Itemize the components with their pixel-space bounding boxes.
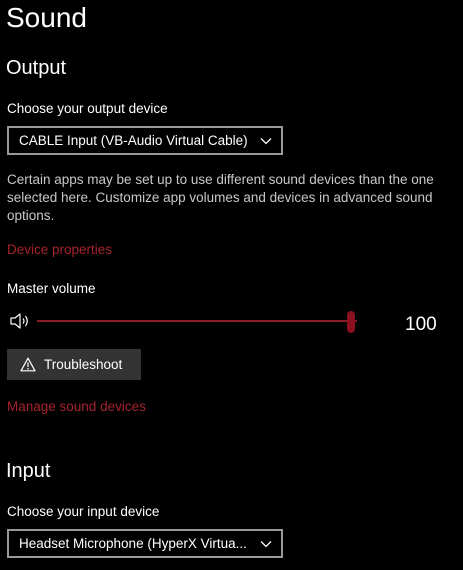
troubleshoot-label: Troubleshoot: [44, 357, 123, 372]
output-device-dropdown[interactable]: CABLE Input (VB-Audio Virtual Cable): [7, 126, 283, 155]
master-volume-label: Master volume: [7, 281, 96, 296]
output-device-value: CABLE Input (VB-Audio Virtual Cable): [19, 133, 248, 148]
master-volume-value: 100: [405, 314, 437, 335]
input-device-dropdown[interactable]: Headset Microphone (HyperX Virtua...: [7, 529, 283, 558]
device-properties-link[interactable]: Device properties: [7, 241, 112, 259]
master-volume-slider[interactable]: [37, 311, 357, 333]
output-heading: Output: [6, 57, 67, 79]
chevron-down-icon: [251, 540, 281, 548]
chevron-down-icon: [251, 137, 281, 145]
page-title: Sound: [6, 2, 87, 33]
input-heading: Input: [6, 460, 51, 482]
output-device-label: Choose your output device: [7, 101, 168, 116]
troubleshoot-button[interactable]: Troubleshoot: [7, 349, 141, 380]
speaker-icon[interactable]: [9, 311, 33, 336]
manage-sound-devices-link[interactable]: Manage sound devices: [7, 398, 146, 416]
output-description: Certain apps may be set up to use differ…: [7, 172, 434, 223]
slider-thumb[interactable]: [347, 311, 355, 333]
input-device-label: Choose your input device: [7, 504, 160, 519]
warning-icon: [20, 357, 36, 372]
input-device-value: Headset Microphone (HyperX Virtua...: [19, 536, 247, 551]
slider-fill: [37, 320, 351, 322]
